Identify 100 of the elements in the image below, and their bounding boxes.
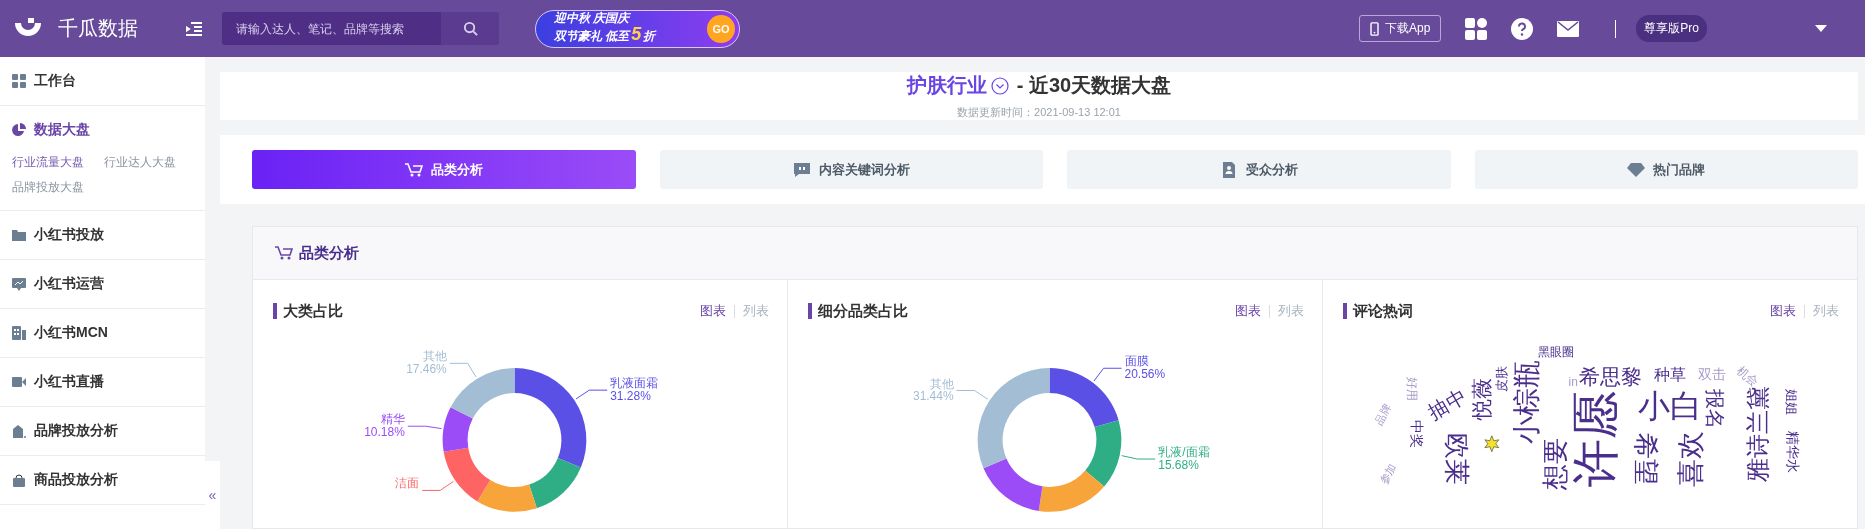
promo-number: 5	[631, 25, 642, 45]
donut-slice[interactable]	[514, 368, 587, 468]
promo-banner[interactable]: 迎中秋 庆国庆 双节豪礼 低至5折 GO	[535, 9, 740, 48]
panel-title: 评论热词	[1343, 303, 1413, 319]
slice-label: 乳液面霜	[610, 376, 659, 391]
slice-label: 精华	[380, 412, 405, 427]
cloud-word: 姐姐	[1783, 389, 1799, 416]
slice-value: 31.28%	[610, 389, 651, 404]
donut-slice[interactable]	[443, 447, 491, 502]
sidebar-icon	[12, 326, 26, 340]
industry-selector[interactable]: 护肤行业	[906, 72, 987, 99]
sidebar-item[interactable]: 小红书MCN	[0, 309, 205, 358]
tab[interactable]: 受众分析	[1067, 150, 1451, 189]
view-toggle[interactable]: 图表	[1235, 302, 1261, 320]
search-field[interactable]: 请输入达人、笔记、品牌等搜索	[222, 12, 441, 45]
sidebar-icon	[12, 473, 26, 487]
panel-title: 细分品类占比	[808, 303, 908, 319]
cloud-word: 品牌	[1372, 401, 1394, 427]
donut-slice[interactable]	[977, 368, 1050, 469]
logo-text[interactable]: 千瓜数据	[58, 15, 138, 42]
download-app-button[interactable]: 下载App	[1358, 15, 1442, 42]
sidebar-icon	[12, 228, 26, 242]
slice-value: 17.46%	[406, 362, 447, 377]
view-toggle[interactable]: 图表	[700, 302, 726, 320]
slice-label: 其他	[929, 376, 954, 391]
caret-icon[interactable]	[1815, 25, 1827, 32]
leader-line	[1093, 367, 1123, 382]
donut-slice[interactable]	[1085, 420, 1122, 487]
tab-icon	[404, 161, 423, 178]
slice-value: 31.44%	[913, 389, 954, 404]
cloud-word: 双击	[1698, 366, 1726, 383]
update-time: 数据更新时间：2021-09-13 12:01	[957, 105, 1121, 120]
sidebar-icon	[12, 424, 26, 438]
sidebar-icon	[12, 123, 26, 137]
plan-badge[interactable]: 尊享版Pro	[1636, 15, 1707, 42]
cloud-word: 参加	[1376, 461, 1399, 487]
sidebar-sublink[interactable]: 行业流量大盘	[12, 154, 84, 171]
sidebar-item[interactable]: 小红书直播	[0, 358, 205, 407]
donut-slice[interactable]	[529, 458, 581, 509]
cloud-word: 小白	[1638, 388, 1703, 425]
cloud-word: 悦薇	[1470, 378, 1494, 421]
leader-line	[1121, 455, 1156, 460]
leader-line	[449, 362, 477, 378]
cloud-word: 黑眼圈	[1538, 345, 1575, 360]
cloud-word: in	[1568, 375, 1578, 390]
cloud-word: 希望	[1631, 432, 1660, 485]
cloud-word: 许愿	[1569, 390, 1623, 487]
cloud-word: 希思黎	[1579, 364, 1643, 388]
donut-slice[interactable]	[442, 407, 473, 452]
cart-icon	[275, 245, 293, 261]
cloud-word: 抽中	[1424, 384, 1470, 424]
phone-icon	[1369, 21, 1379, 36]
sidebar-item[interactable]: 品牌投放分析	[0, 407, 205, 456]
apps-icon[interactable]	[1465, 17, 1488, 40]
donut-slice[interactable]	[1038, 470, 1105, 512]
tab[interactable]: 内容关键词分析	[659, 150, 1043, 189]
help-icon[interactable]	[1511, 17, 1534, 40]
chevron-down-icon[interactable]	[990, 76, 1009, 95]
sidebar-item[interactable]: 数据大盘	[0, 106, 205, 154]
tab-icon	[792, 161, 811, 178]
slice-value: 20.56%	[1124, 367, 1166, 382]
donut-slice[interactable]	[477, 480, 537, 512]
promo-unit: 折	[643, 30, 656, 44]
collapse-button[interactable]: «	[205, 461, 220, 529]
cloud-word: 小棕瓶	[1511, 360, 1542, 445]
cloud-word: 中奖	[1409, 419, 1426, 448]
mail-icon[interactable]	[1557, 20, 1580, 37]
cloud-word: 喜欢	[1674, 430, 1706, 487]
tab[interactable]: 品类分析	[252, 150, 636, 189]
cloud-word: 想要	[1541, 437, 1570, 490]
sidebar-item[interactable]: 小红书运营	[0, 260, 205, 309]
search-button[interactable]	[441, 12, 499, 45]
leader-line	[421, 480, 454, 491]
slice-label: 乳液/面霜	[1158, 445, 1210, 459]
donut-slice[interactable]	[983, 458, 1043, 511]
sidebar-icon	[12, 375, 26, 389]
cloud-word: 欧莱	[1443, 432, 1472, 485]
cloud-word: 种草	[1654, 365, 1687, 383]
cloud-word: 好用	[1405, 377, 1420, 402]
sidebar-icon	[12, 277, 26, 291]
sidebar-item[interactable]: 工作台	[0, 57, 205, 106]
promo-text: 双节豪礼 低至	[554, 30, 630, 44]
sidebar-item[interactable]: 小红书投放	[0, 211, 205, 260]
cloud-word: 雅诗兰黛	[1744, 385, 1772, 482]
cloud-word: 精华水	[1785, 430, 1802, 473]
cloud-word: 报名	[1704, 389, 1726, 430]
donut-slice[interactable]	[1049, 368, 1119, 428]
menu-icon[interactable]	[186, 21, 202, 36]
slice-value: 10.18%	[364, 425, 405, 440]
tab[interactable]: 热门品牌	[1474, 150, 1858, 189]
leader-line	[407, 425, 443, 430]
search-icon	[462, 21, 478, 36]
slice-label: 洁面	[395, 476, 420, 491]
leader-line	[575, 389, 608, 400]
slice-label: 面膜	[1124, 354, 1149, 369]
leader-line	[956, 390, 989, 400]
sidebar-icon	[12, 74, 26, 88]
donut-slice[interactable]	[450, 368, 515, 419]
view-toggle[interactable]: 图表	[1770, 302, 1796, 320]
tab-icon	[1627, 161, 1646, 178]
